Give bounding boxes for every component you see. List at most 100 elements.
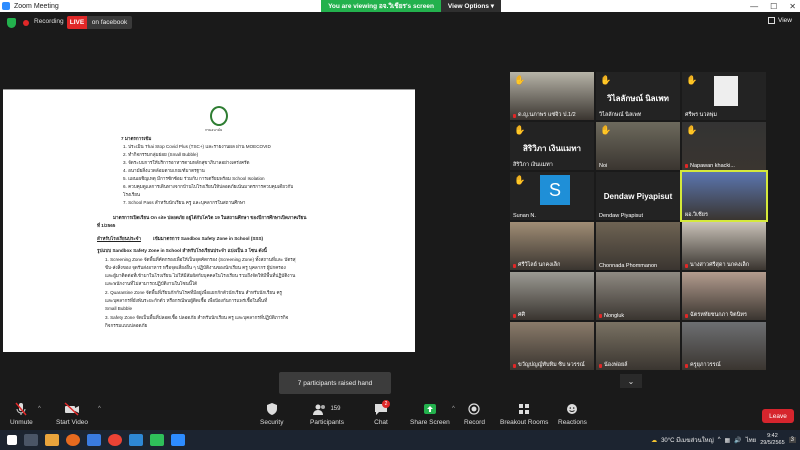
line-app-icon[interactable] <box>150 434 164 446</box>
recording-dot-icon <box>23 20 29 26</box>
participant-tile[interactable]: ฉัตรหทัยชนกภา จิตนิทร <box>682 272 766 320</box>
language-indicator[interactable]: ไทย <box>746 435 757 445</box>
audio-options-caret-icon[interactable]: ^ <box>38 406 41 412</box>
volume-icon[interactable]: 🔊 <box>734 437 741 444</box>
zone-line: และบุคลากรที่ยังพ้นระยะกักตัว หรือกรณีพบ… <box>105 298 268 303</box>
notification-center-icon[interactable]: 3 <box>788 437 796 443</box>
viewing-banner: You are viewing อจ.วิเชียร's screen <box>321 0 441 12</box>
share-screen-button[interactable]: Share Screen <box>410 402 450 426</box>
onsite-heading: มาตรการเปิดเรียน On site ปลอดภัย อยู่ได้… <box>113 215 307 220</box>
participant-avatar: S <box>540 175 570 205</box>
department-logo <box>210 106 228 126</box>
measure-item: 6. ควบคุมดูแลการเดินทางจากบ้านไปโรงเรียน… <box>123 184 294 189</box>
participant-tile[interactable]: ขวัญปญญ์ทับทิม ซิบ ษวรรณ์ <box>510 322 594 370</box>
word-icon[interactable] <box>87 434 101 446</box>
participant-tile[interactable]: วิไลลักษณ์ นิลเพท ✋ วิไลลักษณ์ นิลเพท <box>596 72 680 120</box>
close-icon[interactable]: ✕ <box>789 2 796 11</box>
document-rule <box>3 89 415 90</box>
participant-name: Napawan khacki... <box>690 163 735 169</box>
microphone-muted-icon <box>14 402 28 416</box>
live-badge[interactable]: LIVE <box>67 16 87 29</box>
notification-count: 3 <box>790 437 794 443</box>
participant-tile[interactable]: ศศิ <box>510 272 594 320</box>
participant-name: สิริวิภา เงินแมทา <box>513 162 553 168</box>
windows-start-icon[interactable] <box>7 435 17 445</box>
breakout-rooms-icon <box>518 402 530 416</box>
security-label: Security <box>260 419 284 426</box>
firefox-icon[interactable] <box>66 434 80 446</box>
chat-button[interactable]: 2 Chat <box>374 400 390 426</box>
minimize-icon[interactable]: — <box>750 2 758 11</box>
view-button[interactable]: View <box>768 17 792 24</box>
start-video-label: Start Video <box>56 419 89 426</box>
edge-icon[interactable] <box>129 434 143 446</box>
chrome-icon[interactable] <box>108 434 122 446</box>
live-destination[interactable]: on facebook <box>87 16 132 29</box>
participant-name: Sunan N. <box>513 213 536 219</box>
participant-tile[interactable]: ✋ Noi <box>596 122 680 170</box>
grid-view-icon <box>768 17 776 24</box>
maximize-icon[interactable]: ☐ <box>770 2 777 11</box>
tray-overflow-icon[interactable]: ^ <box>718 437 721 443</box>
participant-name: ฉัตรหทัยชนกภา จิตนิทร <box>690 312 747 318</box>
measure-item: 1. ประเมิน Thai Stop Covid Plus (TSC+) แ… <box>123 144 271 149</box>
zone-line: 1. Screening Zone จัดพื้นที่คัดกรองเพื่อ… <box>105 257 296 262</box>
zone-line: 3. Safety Zone จัดเป็นพื้นที่ปลอดเชื้อ ป… <box>105 315 289 320</box>
file-explorer-icon[interactable] <box>45 434 59 446</box>
share-options-caret-icon[interactable]: ^ <box>452 406 455 412</box>
participant-tile[interactable]: ✋ Napawan khacki... <box>682 122 766 170</box>
video-options-caret-icon[interactable]: ^ <box>98 406 101 412</box>
participant-tile[interactable]: น้องฟอยล์ <box>596 322 680 370</box>
participants-icon: 159 <box>313 402 340 416</box>
record-button[interactable]: Record <box>464 402 485 426</box>
breakout-rooms-button[interactable]: Breakout Rooms <box>500 402 548 426</box>
participant-tile[interactable]: สิริวิภา เงินแมทา ✋ สิริวิภา เงินแมทา <box>510 122 594 170</box>
reactions-button[interactable]: Reactions <box>558 402 587 426</box>
clock[interactable]: 9:42 29/5/2565 <box>760 433 784 447</box>
measure-item: 7. School Pass สำหรับนักเรียน ครู และบุค… <box>123 200 246 205</box>
weather-text[interactable]: 30°C มีเมฆส่วนใหญ่ <box>661 435 714 445</box>
muted-mic-icon <box>513 114 516 118</box>
participant-tile[interactable]: Nongluk <box>596 272 680 320</box>
security-shield-icon[interactable] <box>7 18 16 28</box>
chat-icon: 2 <box>374 400 390 416</box>
participant-name: น้องฟอยล์ <box>604 362 628 368</box>
shared-screen[interactable]: กรมอนามัย 7 มาตรการเข้ม 1. ประเมิน Thai … <box>3 89 415 352</box>
start-video-button[interactable]: Start Video <box>56 402 88 426</box>
participant-name: ขวัญปญญ์ทับทิม ซิบ ษวรรณ์ <box>518 362 585 368</box>
participant-name: ครูยุภาวรรณ์ <box>690 362 721 368</box>
participant-tile[interactable]: S ✋ Sunan N. <box>510 172 594 220</box>
participant-tile[interactable]: Chonnada Phommanon <box>596 222 680 270</box>
participant-name: ศศิ <box>518 312 525 318</box>
view-options-button[interactable]: View Options ▾ <box>441 0 501 12</box>
raised-hand-toast[interactable]: 7 participants raised hand <box>279 372 391 394</box>
participant-tile[interactable]: ศรีวิไลย์ นกคงเล็ก <box>510 222 594 270</box>
shield-icon <box>266 402 278 416</box>
muted-mic-icon <box>599 314 602 318</box>
gallery-scroll-down-button[interactable]: ⌄ <box>620 374 642 388</box>
task-view-icon[interactable] <box>24 434 38 446</box>
participant-tile[interactable]: นางสาวศรีสุดา นกคงเล็ก <box>682 222 766 270</box>
unmute-button[interactable]: Unmute <box>10 402 33 426</box>
system-tray: ☁ 30°C มีเมฆส่วนใหญ่ ^ ▦ 🔊 ไทย 9:42 29/5… <box>651 430 796 450</box>
network-icon[interactable]: ▦ <box>725 437 731 444</box>
security-button[interactable]: Security <box>260 402 283 426</box>
participant-tile[interactable]: Dendaw Piyapisut Dendaw Piyapisut <box>596 172 680 220</box>
leave-button[interactable]: Leave <box>762 409 794 423</box>
participants-count: 159 <box>330 406 341 412</box>
chat-badge: 2 <box>382 400 390 408</box>
participant-tile[interactable]: ✋ ศรีพร นวลพุ่ม <box>682 72 766 120</box>
zone-line: ขีบ-ส่งสิ่งของ จุดรับส่งอาหาร หรือจุดเสี… <box>105 265 286 270</box>
zone-line: 2. Quarantine Zone จัดพื้นที่เรียนกักกัน… <box>105 290 282 295</box>
window-controls: — ☐ ✕ <box>750 0 796 12</box>
weather-icon: ☁ <box>651 437 658 444</box>
participant-tile[interactable]: ✋ ด.ญ.นภาพร แซ่จิว ป.1/2 <box>510 72 594 120</box>
muted-mic-icon <box>685 314 688 318</box>
participants-button[interactable]: 159 Participants <box>310 402 344 426</box>
participant-tile[interactable]: ครูยุภาวรรณ์ <box>682 322 766 370</box>
zoom-taskbar-icon[interactable] <box>171 434 185 446</box>
reactions-label: Reactions <box>558 419 587 426</box>
participant-big-name: สิริวิภา เงินแมทา <box>523 144 581 153</box>
raised-hand-icon: ✋ <box>600 75 612 85</box>
participant-tile[interactable]: ผอ.วิเชียร <box>680 170 768 222</box>
